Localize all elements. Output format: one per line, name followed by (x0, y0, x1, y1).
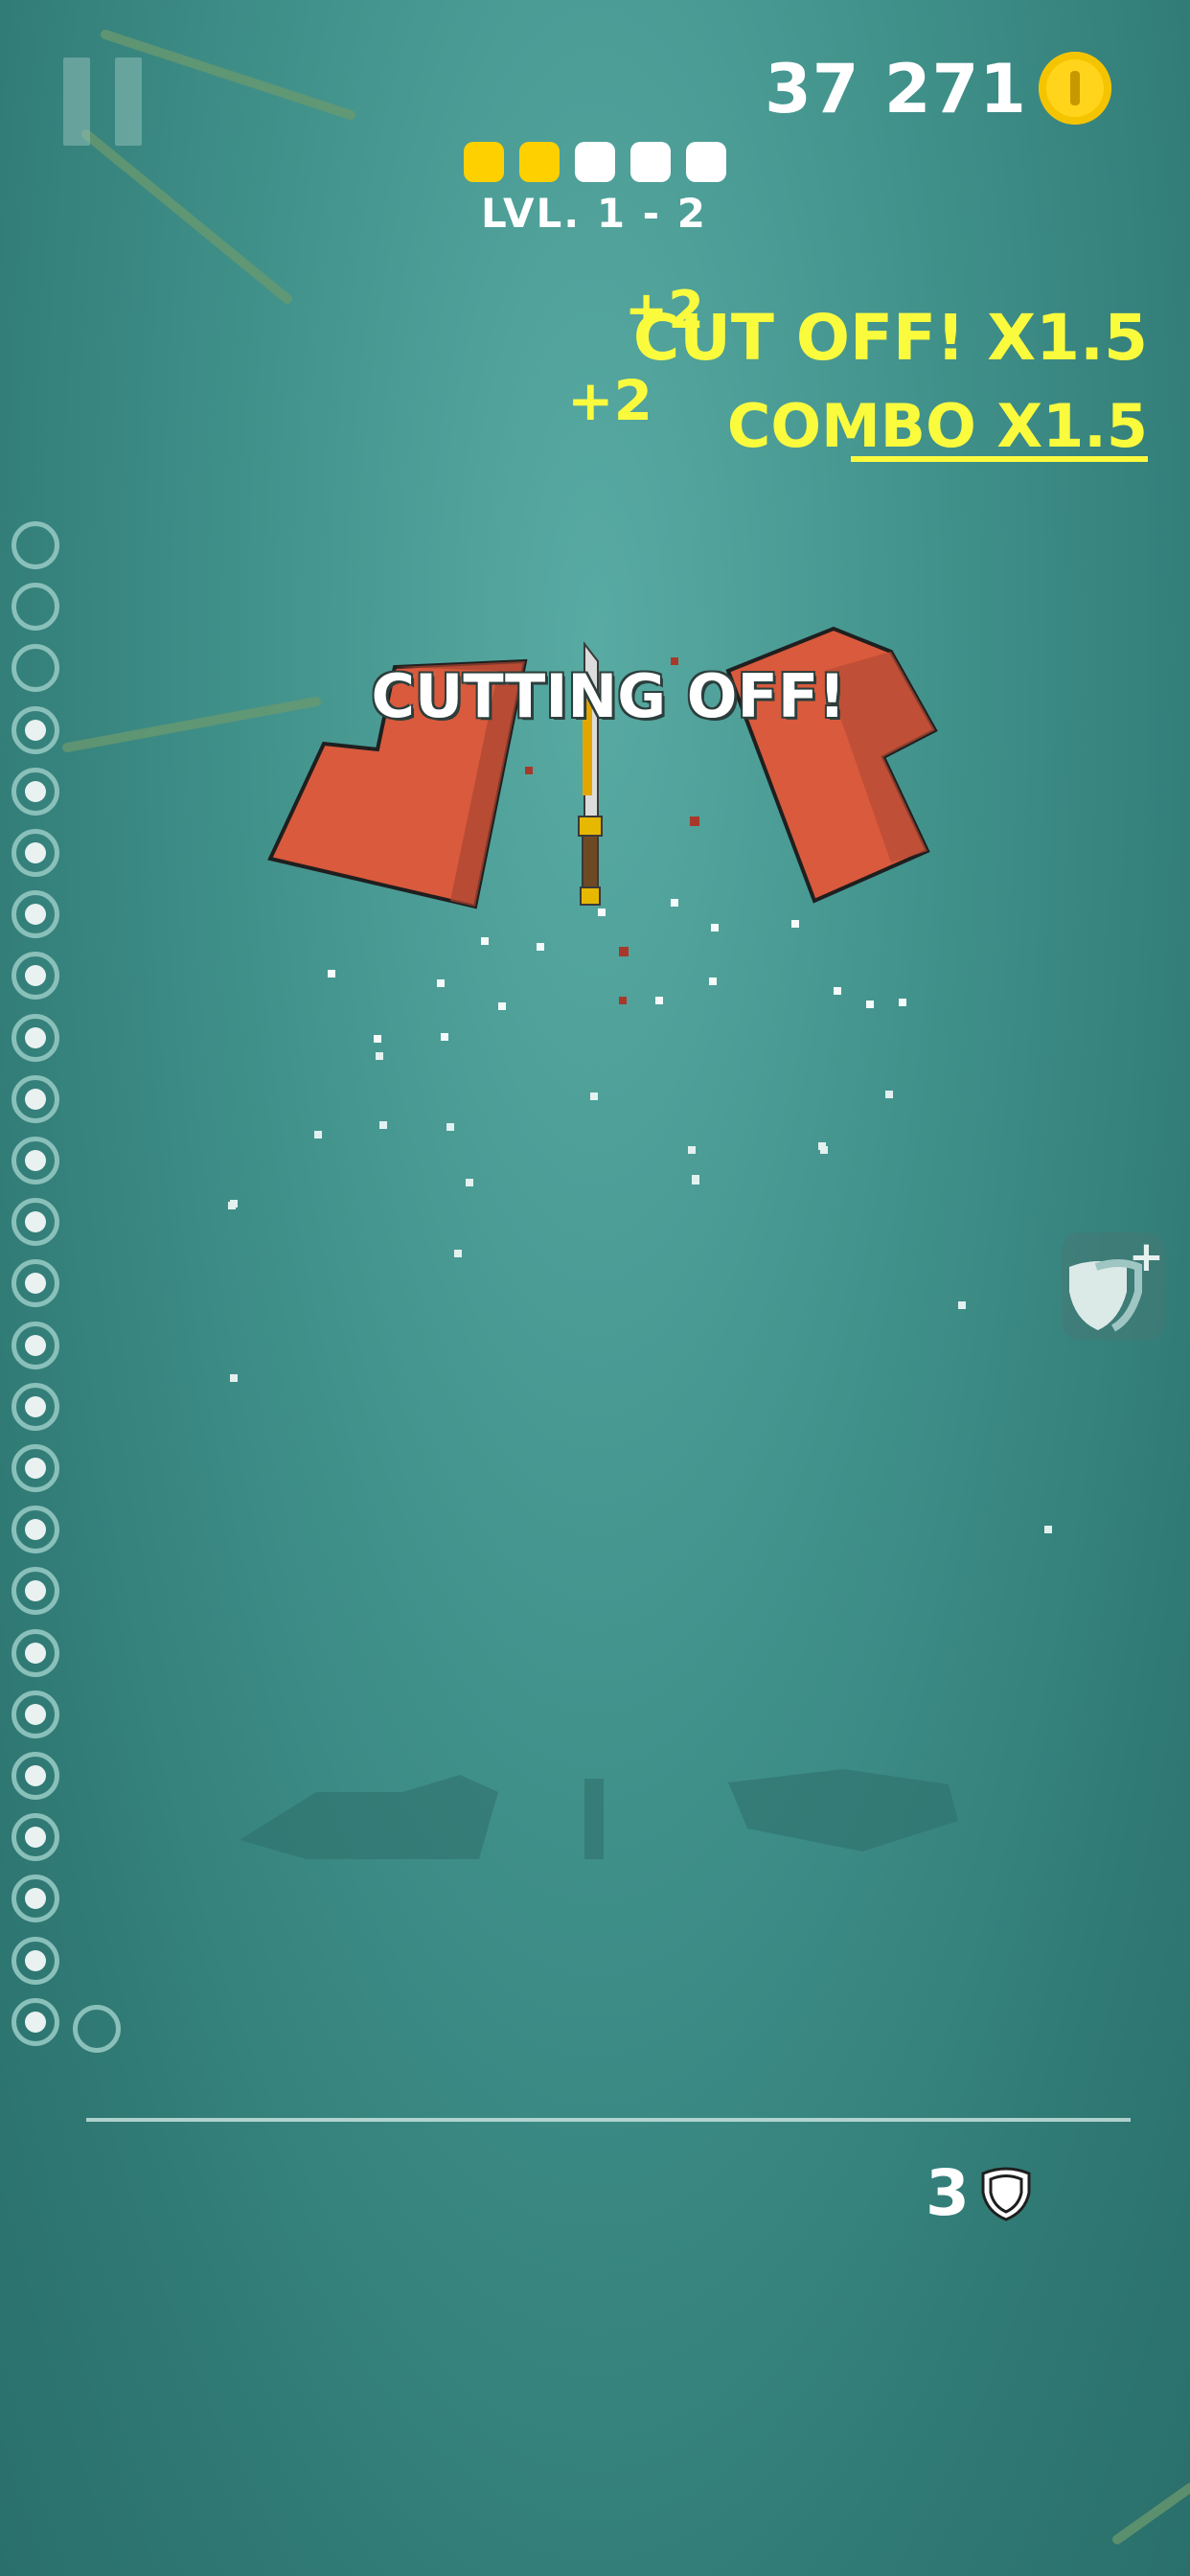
particle-field (228, 1052, 1052, 1533)
cutting-off-banner: CUTTING OFF! (371, 661, 846, 731)
rail-ring (11, 1137, 59, 1184)
rail-ring (11, 829, 59, 877)
rail-ring (11, 1690, 59, 1738)
rail-ring (11, 890, 59, 939)
game-scene (267, 626, 938, 1043)
rail-ring (11, 1444, 59, 1492)
rail-ring (11, 1321, 59, 1369)
rail-ring (11, 1198, 59, 1247)
rail-ring (11, 583, 59, 632)
rail-ring (11, 705, 59, 754)
plus-icon: + (1129, 1232, 1164, 1281)
rail-ring (11, 1074, 59, 1123)
rail-ring (11, 1813, 59, 1862)
rail-ring (11, 521, 59, 569)
rail-ring (11, 1628, 59, 1677)
rail-ring (11, 1013, 59, 1062)
rail-ring (11, 1752, 59, 1800)
rail-ring-extra (73, 2005, 121, 2053)
rail-ring (11, 767, 59, 816)
lives-count: 3 (926, 2156, 970, 2230)
rail-ring (11, 1997, 59, 2046)
shield-icon (981, 2167, 1031, 2221)
rail-ring (11, 1506, 59, 1554)
rail-ring (11, 1382, 59, 1431)
rail-ring (11, 1936, 59, 1985)
